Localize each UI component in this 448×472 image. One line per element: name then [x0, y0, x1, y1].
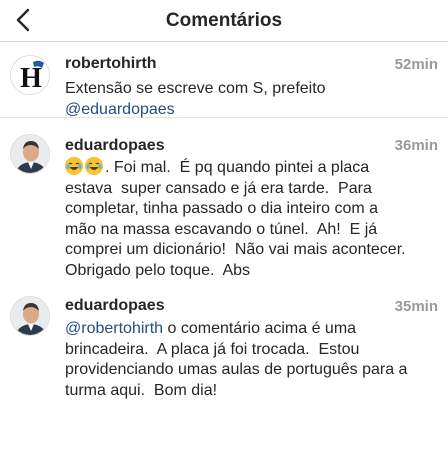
avatar[interactable] — [10, 134, 50, 174]
logo-H-avatar: H — [11, 56, 49, 94]
comment-text-rest: estava super cansado e já era tarde. Par… — [65, 179, 406, 279]
comment-text-line: Extensão se escreve com S, prefeito — [65, 80, 326, 97]
person-photo-avatar — [11, 297, 49, 335]
comment-text-first: o comentário acima é uma — [163, 320, 357, 337]
svg-text:H: H — [20, 63, 42, 94]
comment-text-rest: brincadeira. A placa já foi trocada. Est… — [65, 340, 408, 399]
comment-text: . Foi mal. É pq quando pintei a placa es… — [65, 157, 443, 281]
comments-header: Comentários — [0, 0, 448, 42]
comment-time: 35min — [394, 298, 438, 315]
chevron-left-icon — [16, 8, 30, 32]
comment-username[interactable]: eduardopaes — [65, 137, 165, 155]
comment-text: Extensão se escreve com S, prefeito @edu… — [65, 79, 443, 120]
comment-item: H robertohirth 52min Extensão se escreve… — [0, 43, 448, 118]
comment-item: eduardopaes 35min @robertohirth o coment… — [0, 286, 448, 426]
comment-item: eduardopaes 36min . Foi mal. É pq quando… — [0, 119, 448, 284]
tears-of-joy-emoji — [65, 157, 83, 175]
comment-text-first: . Foi mal. É pq quando pintei a placa — [105, 159, 370, 176]
tears-of-joy-emoji — [85, 157, 103, 175]
comment-time: 36min — [394, 137, 438, 154]
comment-text: @robertohirth o comentário acima é uma b… — [65, 319, 443, 401]
person-photo-avatar — [11, 135, 49, 173]
avatar[interactable] — [10, 296, 50, 336]
mention-link[interactable]: @eduardopaes — [65, 101, 175, 118]
avatar[interactable]: H — [10, 55, 50, 95]
comment-username[interactable]: eduardopaes — [65, 297, 165, 315]
back-button[interactable] — [10, 6, 36, 34]
page-title: Comentários — [165, 9, 283, 31]
comment-username[interactable]: robertohirth — [65, 55, 157, 73]
comment-time: 52min — [394, 56, 438, 73]
mention-link[interactable]: @robertohirth — [65, 320, 163, 337]
